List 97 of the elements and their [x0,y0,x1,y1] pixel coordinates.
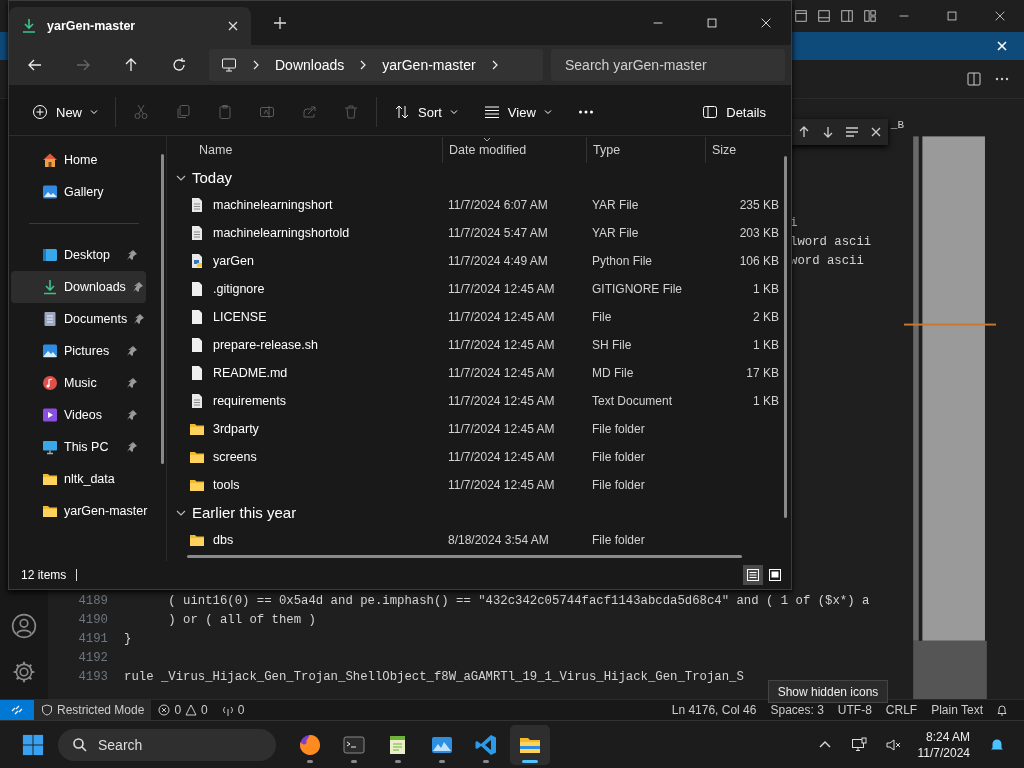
time: 8:24 AM [925,729,970,745]
size-cell: 2 KB [753,310,779,324]
type-cell: GITIGNORE File [592,282,682,296]
date-cell: 11/7/2024 12:45 AM [448,310,555,324]
date-cell: 11/7/2024 6:07 AM [448,198,548,212]
size-cell: 203 KB [739,226,779,240]
file-name[interactable]: screens [213,450,257,464]
file-name[interactable]: prepare-release.sh [213,338,318,352]
code-fragment: _B [890,119,904,131]
date-cell: 11/7/2024 12:45 AM [448,478,555,492]
file-name[interactable]: requirements [213,394,286,408]
group-header[interactable]: Today [167,164,326,191]
size-cell: 1 KB [753,338,779,352]
window-tab[interactable]: yarGen-master [9,7,251,45]
file-name[interactable]: machinelearningshort [213,198,333,212]
status-item[interactable]: CRLF [878,703,925,717]
sidebar-item[interactable]: nltk_data [11,463,146,495]
date-cell: 11/7/2024 12:45 AM [448,394,555,408]
file-name[interactable]: 3rdparty [213,422,259,436]
size-cell: 106 KB [739,254,779,268]
sidebar-item[interactable]: Videos [11,399,146,431]
group-header[interactable]: Earlier this year [167,499,326,526]
type-cell: Text Document [592,394,673,408]
date-cell: 11/7/2024 4:49 AM [448,254,548,268]
file-name[interactable]: machinelearningshortold [213,226,350,240]
sidebar-item[interactable]: Downloads [11,271,146,303]
date-cell: 11/7/2024 12:45 AM [448,450,555,464]
file-name[interactable]: .gitignore [213,282,265,296]
breadcrumb-item[interactable]: yarGen-master [382,57,476,73]
sidebar-item[interactable]: Desktop [11,239,146,271]
status-item[interactable]: Ln 4176, Col 46 [664,703,764,717]
status-item[interactable]: Spaces: 3 [763,703,831,717]
type-cell: MD File [592,366,634,380]
file-name[interactable]: LICENSE [213,310,267,324]
type-cell: File [592,310,612,324]
column-header[interactable]: Type [586,137,705,163]
code-line: ( uint16(0) == 0x5a4d and pe.imphash() == "432c342c05744facf1143abcda5d68c4" and ( 1 of ($x*) a [167,593,870,610]
file-name[interactable]: yarGen [213,254,254,268]
view-button[interactable]: View [473,98,562,126]
error-count[interactable]: 0 [174,703,182,717]
restricted-mode-button[interactable]: Restricted Mode [34,700,152,720]
sidebar-item[interactable]: Home [11,144,146,176]
tab-title: yarGen-master [47,19,137,33]
search-field[interactable]: Search yarGen-master [551,49,785,81]
new-button[interactable]: New [22,98,108,126]
item-count: 12 items [21,568,67,582]
code-line: lword ascii [790,234,873,251]
date-cell: 8/18/2024 3:54 AM [448,533,549,547]
date-cell: 11/7/2024 12:45 AM [448,422,555,436]
type-cell: YAR File [592,198,639,212]
file-name[interactable]: tools [213,478,240,492]
size-cell: 17 KB [746,366,779,380]
line-number: 4190 [77,612,108,629]
warning-count[interactable]: 0 [201,703,208,717]
status-item[interactable]: Plain Text [924,703,990,717]
type-cell: File folder [592,450,645,464]
file-name[interactable]: dbs [213,533,234,547]
clock[interactable]: 8:24 AM 11/7/2024 [917,729,970,761]
sort-button[interactable]: Sort [384,98,468,126]
size-cell: 1 KB [753,282,779,296]
sidebar-item[interactable]: Pictures [11,335,146,367]
date-cell: 11/7/2024 5:47 AM [448,226,548,240]
date-cell: 11/7/2024 12:45 AM [448,366,555,380]
line-number: 4191 [77,631,108,648]
code-line: } [124,631,132,648]
line-number: 4192 [77,650,108,667]
code-line: rule _Virus_Hijack_Gen_Trojan_ShellObject_f8W_aGAMRTl_19_1_Virus_Hijack_Gen_Trojan_S [124,669,744,686]
details-button[interactable]: Details [692,98,776,126]
type-cell: Python File [592,254,653,268]
type-cell: YAR File [592,226,639,240]
sidebar-item[interactable]: yarGen-master [11,495,146,527]
breadcrumb-item[interactable]: Downloads [275,57,345,73]
date: 11/7/2024 [917,745,970,761]
file-name[interactable]: README.md [213,366,288,380]
type-cell: File folder [592,533,645,547]
sidebar-item[interactable]: Music [11,367,146,399]
search-field[interactable]: Search [58,729,276,761]
address-bar[interactable]: Downloads yarGen-master [209,49,543,81]
type-cell: File folder [592,478,645,492]
size-cell: 235 KB [739,198,779,212]
type-cell: File folder [592,422,645,436]
date-cell: 11/7/2024 12:45 AM [448,282,555,296]
sidebar-item[interactable]: Documents [11,303,146,335]
sidebar-item[interactable]: This PC [11,431,146,463]
port-count[interactable]: 0 [237,703,245,717]
column-header[interactable]: Size [705,137,783,163]
tooltip: Show hidden icons [768,680,888,703]
status-item[interactable]: UTF-8 [830,703,879,717]
size-cell: 1 KB [753,394,779,408]
sidebar-item[interactable]: Gallery [11,176,146,208]
line-number: 4189 [77,593,108,610]
column-header[interactable]: Date modified [442,137,586,163]
type-cell: SH File [592,338,632,352]
column-header[interactable]: Name [167,137,442,163]
date-cell: 11/7/2024 12:45 AM [448,338,555,352]
code-line: ) or ( all of them ) [167,612,316,629]
line-number: 4193 [77,669,108,686]
